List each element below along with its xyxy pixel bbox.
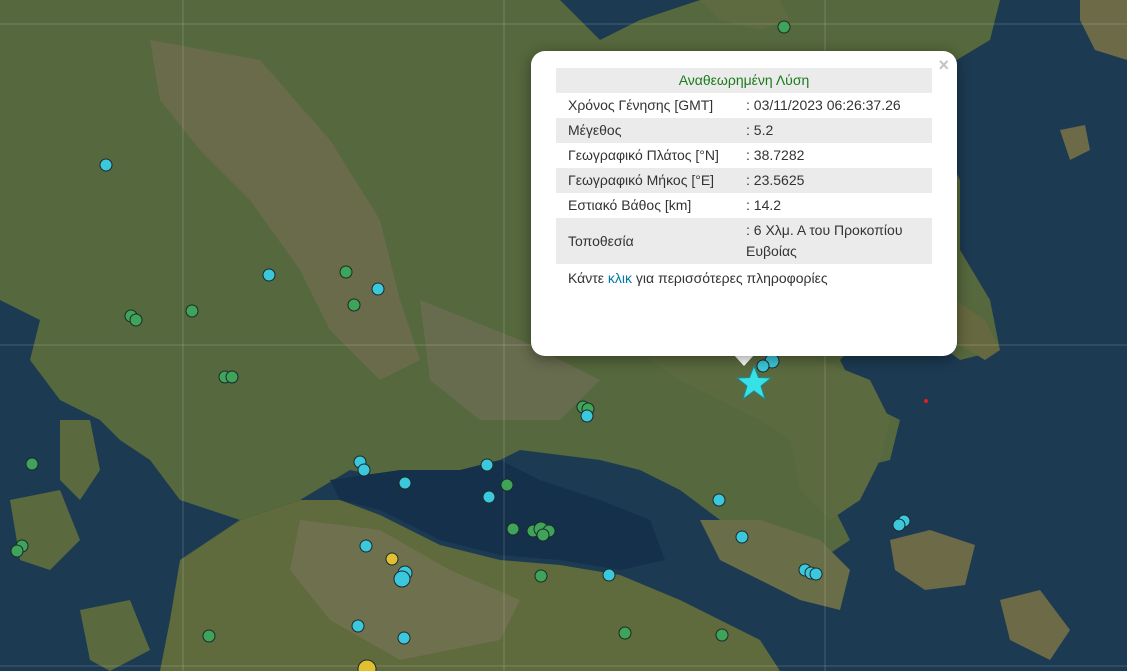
event-marker[interactable] <box>534 569 548 583</box>
detail-label: Γεωγραφικό Πλάτος [°N] <box>568 147 719 163</box>
event-marker[interactable] <box>712 493 726 507</box>
event-details-table: Αναθεωρημένη Λύση Χρόνος Γένησης [GMT] :… <box>556 68 932 264</box>
detail-row-location: Τοποθεσία : 6 Χλμ. Α του Προκοπίου Ευβοί… <box>556 218 932 264</box>
detail-label: Χρόνος Γένησης [GMT] <box>568 97 714 113</box>
detail-value: : 5.2 <box>734 118 932 143</box>
event-marker[interactable] <box>347 298 361 312</box>
event-marker[interactable] <box>371 282 385 296</box>
detail-row-magnitude: Μέγεθος : 5.2 <box>556 118 932 143</box>
detail-row-origin-time: Χρόνος Γένησης [GMT] : 03/11/2023 06:26:… <box>556 93 932 118</box>
event-marker[interactable] <box>735 530 749 544</box>
more-info-link[interactable]: κλικ <box>608 270 632 286</box>
event-marker[interactable] <box>357 463 371 477</box>
popup-content: Αναθεωρημένη Λύση Χρόνος Γένησης [GMT] :… <box>556 68 932 292</box>
more-info-suffix: για περισσότερες πληροφορίες <box>632 270 828 286</box>
detail-label: Εστιακό Βάθος [km] <box>568 197 692 213</box>
event-marker[interactable] <box>262 268 276 282</box>
popup-title: Αναθεωρημένη Λύση <box>556 68 932 93</box>
event-marker[interactable] <box>580 409 594 423</box>
event-marker[interactable] <box>359 539 373 553</box>
detail-value: : 14.2 <box>746 197 782 213</box>
detail-row-longitude: Γεωγραφικό Μήκος [°E] : 23.5625 <box>556 168 932 193</box>
event-marker[interactable] <box>202 629 216 643</box>
event-marker[interactable] <box>25 457 39 471</box>
event-marker[interactable] <box>339 265 353 279</box>
event-marker[interactable] <box>129 313 143 327</box>
event-marker[interactable] <box>480 458 494 472</box>
event-marker[interactable] <box>351 619 365 633</box>
event-marker[interactable] <box>10 544 24 558</box>
event-marker[interactable] <box>393 570 411 588</box>
event-marker[interactable] <box>777 20 791 34</box>
event-marker[interactable] <box>924 399 928 403</box>
detail-value: : 38.7282 <box>746 147 805 163</box>
more-info-line: Κάντε κλικ για περισσότερες πληροφορίες <box>556 264 932 292</box>
detail-value: : 6 Χλμ. Α του Προκοπίου Ευβοίας <box>734 218 932 264</box>
event-marker[interactable] <box>602 568 616 582</box>
event-marker[interactable] <box>397 631 411 645</box>
event-marker[interactable] <box>618 626 632 640</box>
detail-label: Μέγεθος <box>556 118 734 143</box>
event-marker[interactable] <box>892 518 906 532</box>
event-marker[interactable] <box>500 478 514 492</box>
popup-title-row: Αναθεωρημένη Λύση <box>556 68 932 93</box>
event-marker[interactable] <box>99 158 113 172</box>
event-marker[interactable] <box>482 490 496 504</box>
detail-row-depth: Εστιακό Βάθος [km] : 14.2 <box>556 193 932 218</box>
detail-label: Γεωγραφικό Μήκος [°E] <box>556 168 734 193</box>
detail-value: : 03/11/2023 06:26:37.26 <box>746 97 901 113</box>
event-marker[interactable] <box>385 552 399 566</box>
event-marker[interactable] <box>756 359 770 373</box>
event-marker[interactable] <box>715 628 729 642</box>
event-marker[interactable] <box>809 567 823 581</box>
event-marker[interactable] <box>225 370 239 384</box>
detail-value: : 23.5625 <box>734 168 932 193</box>
detail-label: Τοποθεσία <box>556 218 734 264</box>
more-info-prefix: Κάντε <box>568 270 608 286</box>
event-marker[interactable] <box>185 304 199 318</box>
event-marker[interactable] <box>506 522 520 536</box>
detail-row-latitude: Γεωγραφικό Πλάτος [°N] : 38.7282 <box>556 143 932 168</box>
event-info-popup: × Αναθεωρημένη Λύση Χρόνος Γένησης [GMT]… <box>531 51 957 356</box>
event-marker[interactable] <box>398 476 412 490</box>
event-marker[interactable] <box>536 528 550 542</box>
close-icon[interactable]: × <box>938 55 949 75</box>
